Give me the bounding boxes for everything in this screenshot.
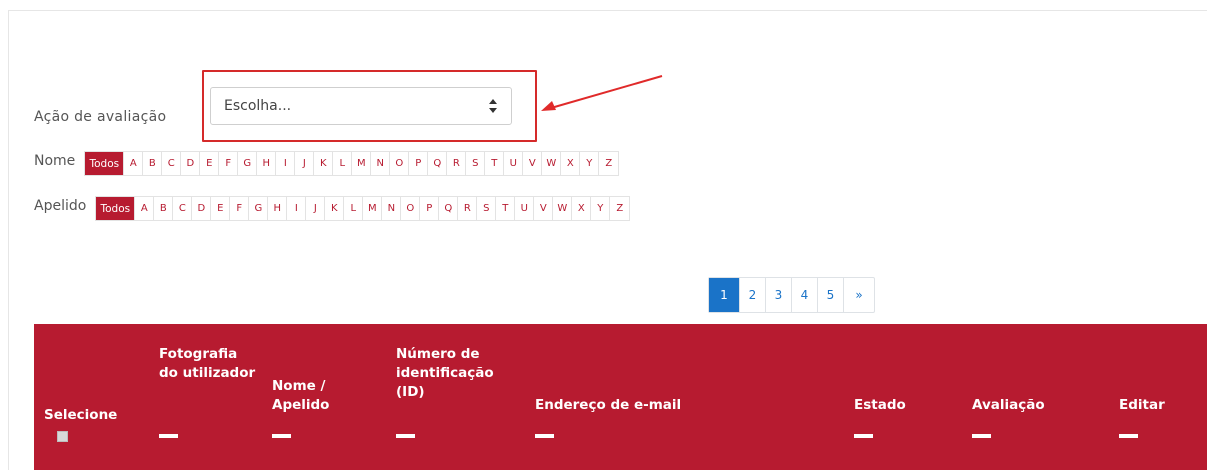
first-name-letter-r[interactable]: R [447,152,467,175]
column-header-name[interactable]: Nome / Apelido [272,377,352,415]
column-grade-label: Avaliação [972,397,1045,413]
first-name-letter-d[interactable]: D [181,152,201,175]
collapse-photo-icon[interactable] [159,434,178,438]
last-name-letter-e[interactable]: E [211,197,231,220]
first-name-letter-g[interactable]: G [238,152,258,175]
first-name-letter-v[interactable]: V [523,152,543,175]
last-name-letter-g[interactable]: G [249,197,269,220]
first-name-letter-e[interactable]: E [200,152,220,175]
column-select-label: Selecione [44,407,118,423]
page-link-5[interactable]: 5 [818,278,844,312]
collapse-grade-icon[interactable] [972,434,991,438]
first-name-letter-f[interactable]: F [219,152,239,175]
first-name-letter-b[interactable]: B [143,152,163,175]
last-name-letter-y[interactable]: Y [591,197,611,220]
last-name-letter-t[interactable]: T [496,197,516,220]
grade-action-label: Ação de avaliação [34,109,167,125]
page-link-3[interactable]: 3 [766,278,792,312]
last-name-filter: Apelido Todos ABCDEFGHIJKLMNOPQRSTUVWXYZ [34,196,631,221]
last-name-letter-b[interactable]: B [154,197,174,220]
grade-action-row: Ação de avaliação Escolha... [34,87,512,130]
annotation-highlight-box [202,70,537,142]
page-link-1[interactable]: 1 [709,278,740,312]
last-name-letter-k[interactable]: K [325,197,345,220]
column-header-edit[interactable]: Editar [1119,396,1165,415]
column-header-select: Selecione [44,406,117,425]
column-header-photo[interactable]: Fotografia do utilizador [159,345,259,383]
column-header-id-number[interactable]: Número de identificação (ID) [396,345,516,402]
panel-border-left [8,10,9,470]
last-name-letter-l[interactable]: L [344,197,364,220]
last-name-letter-i[interactable]: I [287,197,307,220]
first-name-letter-s[interactable]: S [466,152,486,175]
annotation-arrow-icon [541,75,663,111]
last-name-letter-r[interactable]: R [458,197,478,220]
first-name-letter-o[interactable]: O [390,152,410,175]
last-name-letter-j[interactable]: J [306,197,326,220]
last-name-letter-h[interactable]: H [268,197,288,220]
first-name-letter-p[interactable]: P [409,152,429,175]
column-photo-label: Fotografia do utilizador [159,346,256,381]
first-name-letter-n[interactable]: N [371,152,391,175]
column-status-label: Estado [854,397,906,413]
first-name-filter: Nome Todos ABCDEFGHIJKLMNOPQRSTUVWXYZ [34,151,620,176]
first-name-letter-u[interactable]: U [504,152,524,175]
first-name-letter-t[interactable]: T [485,152,505,175]
last-name-letter-x[interactable]: X [572,197,592,220]
first-name-letter-c[interactable]: C [162,152,182,175]
column-id-number-label: Número de identificação (ID) [396,346,494,400]
last-name-letter-o[interactable]: O [401,197,421,220]
last-name-letter-v[interactable]: V [534,197,554,220]
last-name-filter-label: Apelido [34,197,87,214]
page-link-2[interactable]: 2 [740,278,766,312]
last-name-letter-a[interactable]: A [135,197,155,220]
page-next-link[interactable]: » [844,278,874,312]
collapse-id-number-icon[interactable] [396,434,415,438]
first-name-letter-w[interactable]: W [542,152,562,175]
first-name-letter-bar: Todos ABCDEFGHIJKLMNOPQRSTUVWXYZ [84,151,620,176]
first-name-letter-j[interactable]: J [295,152,315,175]
last-name-letter-f[interactable]: F [230,197,250,220]
collapse-edit-icon[interactable] [1119,434,1138,438]
first-name-letter-q[interactable]: Q [428,152,448,175]
collapse-email-icon[interactable] [535,434,554,438]
column-edit-label: Editar [1119,397,1165,413]
last-name-letter-q[interactable]: Q [439,197,459,220]
last-name-letter-s[interactable]: S [477,197,497,220]
pagination: 1 2 3 4 5» [708,277,875,313]
first-name-filter-label: Nome [34,152,76,169]
page-link-4[interactable]: 4 [792,278,818,312]
last-name-letter-n[interactable]: N [382,197,402,220]
first-name-letter-k[interactable]: K [314,152,334,175]
select-all-checkbox[interactable] [57,431,68,442]
first-name-letter-y[interactable]: Y [580,152,600,175]
last-name-letter-m[interactable]: M [363,197,383,220]
column-header-status[interactable]: Estado [854,396,906,415]
last-name-letter-z[interactable]: Z [610,197,629,220]
last-name-letter-bar: Todos ABCDEFGHIJKLMNOPQRSTUVWXYZ [95,196,631,221]
first-name-letter-x[interactable]: X [561,152,581,175]
column-name-label: Nome / Apelido [272,378,330,413]
first-name-letter-l[interactable]: L [333,152,353,175]
first-name-letter-a[interactable]: A [124,152,144,175]
last-name-letter-u[interactable]: U [515,197,535,220]
last-name-letter-p[interactable]: P [420,197,440,220]
first-name-letter-i[interactable]: I [276,152,296,175]
panel-border-top [8,10,1207,11]
collapse-name-icon[interactable] [272,434,291,438]
column-header-email[interactable]: Endereço de e-mail [535,396,681,415]
last-name-letter-c[interactable]: C [173,197,193,220]
first-name-letter-m[interactable]: M [352,152,372,175]
column-email-label: Endereço de e-mail [535,397,682,413]
last-name-letter-d[interactable]: D [192,197,212,220]
table-header: Selecione Fotografia do utilizador Nome … [34,324,1207,470]
last-name-letter-w[interactable]: W [553,197,573,220]
column-header-grade[interactable]: Avaliação [972,396,1045,415]
first-name-letter-h[interactable]: H [257,152,277,175]
collapse-status-icon[interactable] [854,434,873,438]
last-name-all-link[interactable]: Todos [96,197,136,220]
first-name-letter-z[interactable]: Z [599,152,618,175]
first-name-all-link[interactable]: Todos [85,152,125,175]
